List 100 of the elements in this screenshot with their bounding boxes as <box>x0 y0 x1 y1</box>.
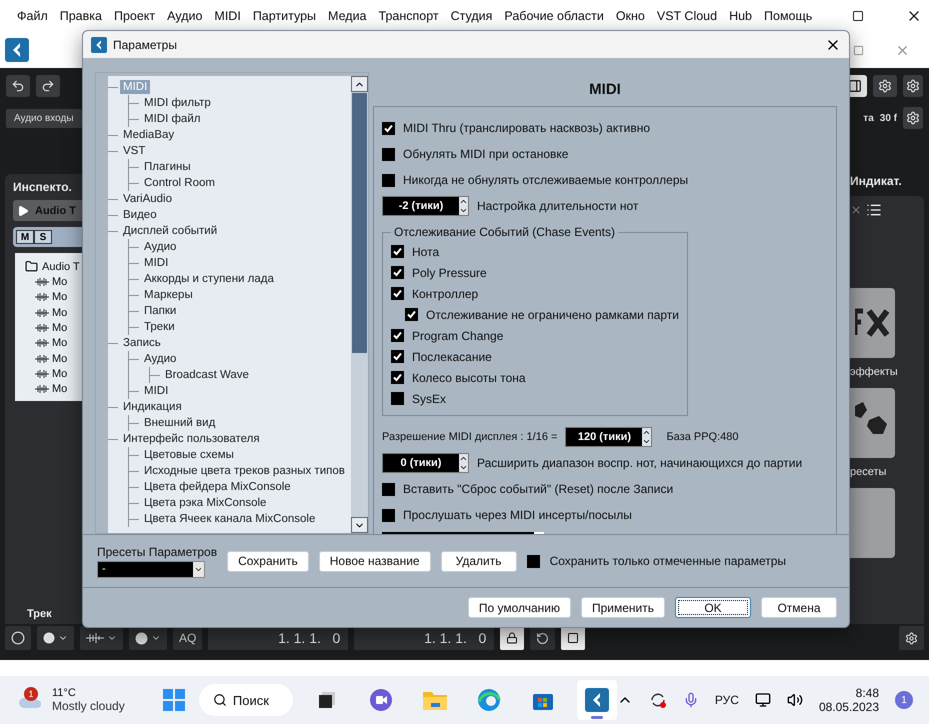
redo-button[interactable] <box>36 75 60 97</box>
settings-button[interactable] <box>899 626 924 650</box>
menu-item[interactable]: Аудио <box>167 9 202 23</box>
preset-button[interactable]: Новое название <box>318 550 431 572</box>
checkbox[interactable] <box>382 174 395 186</box>
tree-item[interactable]: Треки <box>141 320 178 334</box>
start-icon[interactable] <box>162 689 185 711</box>
tree-item[interactable]: Control Room <box>141 176 218 190</box>
checkbox[interactable] <box>526 554 540 568</box>
settings-button[interactable] <box>903 75 923 97</box>
spin-field[interactable]: 0 (тики) <box>382 453 469 473</box>
tree-item[interactable]: Маркеры <box>141 288 196 302</box>
quantize-button[interactable]: AQ <box>173 626 202 650</box>
preset-dropdown[interactable]: - <box>97 560 205 578</box>
scrollbar[interactable] <box>351 76 368 533</box>
tree-item[interactable]: Аудио <box>141 240 180 254</box>
media-tile[interactable] <box>850 488 895 558</box>
menu-item[interactable]: Правка <box>60 9 102 23</box>
dialog-button[interactable]: Отмена <box>761 597 837 618</box>
sync-button[interactable] <box>5 626 31 650</box>
menu-item[interactable]: Файл <box>17 9 48 23</box>
spin-down-icon[interactable] <box>459 463 468 472</box>
lock-button[interactable] <box>500 626 524 650</box>
spin-up-icon[interactable] <box>642 428 652 437</box>
settings-button[interactable] <box>903 107 923 129</box>
menu-item[interactable]: Hub <box>729 9 752 23</box>
clear-icon[interactable] <box>850 204 862 216</box>
media-tile[interactable] <box>850 388 895 458</box>
menu-item[interactable]: Окно <box>616 9 645 23</box>
notification-badge[interactable]: 1 <box>895 691 913 709</box>
tree-item[interactable]: Индикация <box>120 400 185 414</box>
tree-item[interactable]: Плагины <box>141 160 194 174</box>
tree-item[interactable]: Интерфейс пользователя <box>120 432 263 446</box>
audio-inputs-button[interactable]: Аудио входы <box>6 108 82 128</box>
midi-mode-button[interactable] <box>129 626 167 650</box>
maximize-icon[interactable] <box>852 10 864 22</box>
tree-item[interactable]: MIDI фильтр <box>141 96 214 110</box>
stop-button[interactable] <box>561 626 586 650</box>
tree-item[interactable]: Аккорды и ступени лада <box>141 272 277 286</box>
checkbox[interactable] <box>382 482 395 496</box>
network-icon[interactable] <box>754 692 771 708</box>
checkbox[interactable] <box>391 329 404 342</box>
checkbox[interactable] <box>405 308 418 321</box>
dialog-button[interactable]: По умолчанию <box>468 597 571 618</box>
language-indicator[interactable]: РУС <box>714 693 739 707</box>
menu-item[interactable]: Студия <box>450 9 492 23</box>
preset-button[interactable]: Сохранить <box>227 550 309 572</box>
menu-item[interactable]: MIDI <box>214 9 241 23</box>
menu-item[interactable]: Помощь <box>764 9 812 23</box>
tree-item[interactable]: Аудио <box>141 352 180 366</box>
tree-item[interactable]: Папки <box>141 304 180 318</box>
tree-item[interactable]: Исходные цвета треков разных типов <box>141 464 348 478</box>
checkbox[interactable] <box>391 350 404 363</box>
list-icon[interactable] <box>866 202 882 218</box>
spin-up-icon[interactable] <box>459 454 468 463</box>
checkbox[interactable] <box>391 371 404 384</box>
sync-icon[interactable] <box>648 691 667 709</box>
preset-button[interactable]: Удалить <box>440 550 517 572</box>
tree-item[interactable]: Дисплей событий <box>120 224 220 238</box>
tree-item[interactable]: Цветовые схемы <box>141 448 237 462</box>
menu-item[interactable]: Медиа <box>328 9 367 23</box>
dialog-button[interactable]: Применить <box>580 597 665 618</box>
tree-item[interactable]: Цвета Ячеек канала MixConsole <box>141 512 318 526</box>
spin-field[interactable]: -2 (тики) <box>382 196 469 216</box>
menu-item[interactable]: Рабочие области <box>504 9 604 23</box>
tree-item[interactable]: Broadcast Wave <box>162 368 252 382</box>
menu-item[interactable]: Транспорт <box>378 9 439 23</box>
settings-button[interactable] <box>873 75 897 97</box>
solo-button[interactable]: S <box>34 230 52 244</box>
checkbox[interactable] <box>391 266 404 279</box>
tree-item[interactable]: MIDI <box>141 384 172 398</box>
menu-item[interactable]: Проект <box>114 9 156 23</box>
bottom-tab[interactable]: Трек <box>13 600 82 624</box>
tree-item[interactable]: MIDI <box>141 256 172 270</box>
checkbox[interactable] <box>382 148 395 160</box>
checkbox[interactable] <box>391 245 404 258</box>
tree-item[interactable]: VST <box>120 144 148 158</box>
clock-time[interactable]: 8:48 <box>856 686 879 700</box>
spin-down-icon[interactable] <box>642 437 652 446</box>
tree-item[interactable]: Видео <box>120 208 160 222</box>
tree-item[interactable]: Цвета фейдера MixConsole <box>141 480 294 494</box>
tree-item[interactable]: MIDI файл <box>141 112 204 126</box>
menu-item[interactable]: VST Cloud <box>656 9 718 23</box>
checkbox[interactable] <box>391 392 404 405</box>
spin-down-icon[interactable] <box>459 206 468 215</box>
left-locator[interactable]: 1. 1. 1. 0 <box>208 626 348 650</box>
volume-icon[interactable] <box>786 692 803 708</box>
checkbox[interactable] <box>382 122 395 134</box>
tree-item[interactable]: Внешний вид <box>141 416 218 430</box>
spin-field[interactable]: 120 (тики) <box>565 427 652 447</box>
right-locator[interactable]: 1. 1. 1. 0 <box>354 626 494 650</box>
checkbox[interactable] <box>391 287 404 300</box>
spin-up-icon[interactable] <box>459 197 468 206</box>
tree-item[interactable]: VariAudio <box>120 192 176 206</box>
mute-button[interactable]: M <box>16 230 34 244</box>
checkbox[interactable] <box>382 508 395 522</box>
dialog-button[interactable]: OK <box>675 597 751 618</box>
cycle-button[interactable] <box>530 626 556 650</box>
media-tile[interactable] <box>850 288 895 358</box>
tree-item[interactable]: Запись <box>120 336 164 350</box>
